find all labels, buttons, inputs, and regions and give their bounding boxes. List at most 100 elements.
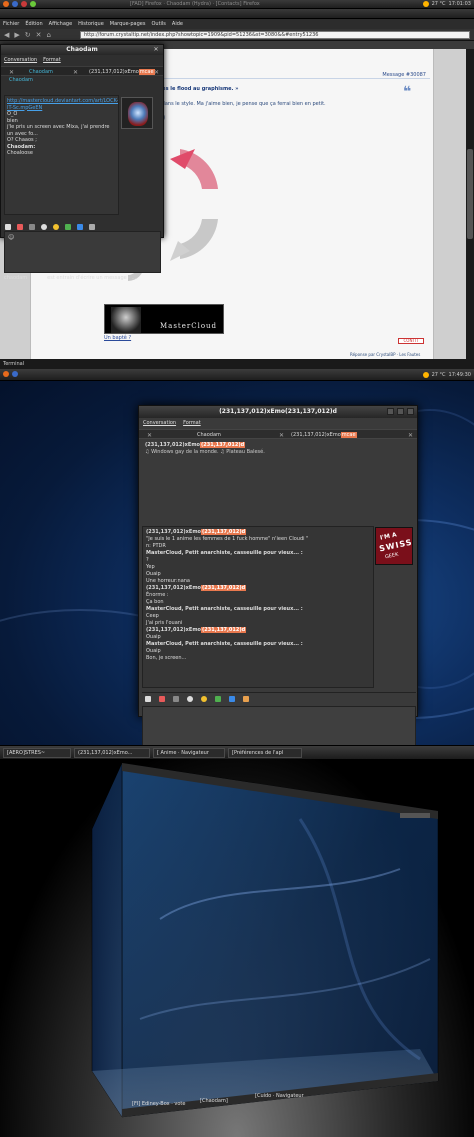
desktop-cube-view: [FI] Ediney-Box · vote [Chaodam] [Cuido …	[0, 759, 474, 1137]
task-aerostres[interactable]: [AERO]STRES~	[3, 748, 71, 758]
nudge-icon[interactable]	[29, 224, 35, 230]
app-icon[interactable]	[21, 1, 27, 7]
url-bar[interactable]: http://forum.crystaltip.net/index.php?sh…	[80, 31, 470, 39]
ink-icon[interactable]	[89, 224, 95, 230]
close-icon[interactable]: ✕	[152, 46, 160, 54]
window-controls	[387, 408, 414, 415]
chat-line: Ça bon	[146, 599, 164, 605]
app-icon[interactable]	[30, 1, 36, 7]
home-icon[interactable]: ⌂	[47, 31, 51, 39]
ink-icon[interactable]	[243, 696, 249, 702]
app-icon[interactable]	[12, 1, 18, 7]
chat-nick-highlight: (231,137,012)d	[200, 529, 247, 535]
menu-file[interactable]: Fichier	[3, 21, 19, 27]
forward-icon[interactable]: ▶	[14, 31, 19, 39]
close-icon[interactable]	[407, 408, 414, 415]
smiley-icon[interactable]	[201, 696, 207, 702]
menu-tools[interactable]: Outils	[151, 21, 165, 27]
window-title: [FAD] Firefox · Chaodam (Hydra) · [Conta…	[130, 1, 260, 7]
chat-bubble-icon[interactable]	[41, 224, 47, 230]
personal-message: ♫ Windows gay de la monde. ♫ Plateau Bal…	[145, 449, 265, 455]
tab-close-icon[interactable]: ✕	[73, 69, 78, 76]
nudge-icon[interactable]	[173, 696, 179, 702]
stop-icon[interactable]: ✕	[36, 31, 42, 39]
tab-emo-label: (231,137,012)xEmo	[89, 69, 139, 75]
top-panel: [FAD] Firefox · Chaodam (Hydra) · [Conta…	[0, 0, 474, 9]
clock[interactable]: 17:01:03	[449, 1, 471, 7]
tab-close-icon[interactable]: ✕	[408, 432, 413, 439]
chat-bubble-icon[interactable]	[187, 696, 193, 702]
chat-menubar: Conversation Format	[4, 57, 61, 63]
tab-emo[interactable]: (231,137,012)xEmomcae	[291, 432, 357, 438]
chat-line: Ceep	[146, 613, 159, 619]
chat-log[interactable]: http://mastercloud.deviantart.com/art/LO…	[4, 95, 119, 215]
scrollbar-thumb[interactable]	[467, 149, 473, 239]
task-chat[interactable]: (231,137,012)xEmo...	[74, 748, 150, 758]
menu-view[interactable]: Affichage	[49, 21, 73, 27]
signature-link[interactable]: Un baptê ?	[104, 335, 131, 341]
reload-icon[interactable]: ↻	[25, 31, 31, 39]
tab-chaodam[interactable]: Chaodam	[197, 432, 221, 438]
firefox-icon[interactable]	[3, 1, 9, 7]
file-icon[interactable]	[215, 696, 221, 702]
chat-nick: (231,137,012)xEmo(231,137,012)d	[146, 627, 370, 634]
chat-line: Énorme :	[146, 592, 169, 598]
chat-nick-label: (231,137,012)xEmo	[146, 627, 201, 633]
signature-text: MasterCloud	[160, 322, 218, 330]
weather-icon[interactable]	[422, 1, 429, 7]
font-icon[interactable]	[145, 696, 151, 702]
menu-help[interactable]: Aide	[172, 21, 183, 27]
nav-buttons: ◀ ▶ ↻ ✕ ⌂	[4, 31, 51, 39]
menu-conversation[interactable]: Conversation	[143, 420, 176, 426]
menu-format[interactable]: Format	[183, 420, 201, 426]
task-browser[interactable]: [Cuido · Navigateur	[255, 1093, 304, 1099]
chat-nick: (231,137,012)xEmo(231,137,012)d	[146, 585, 370, 592]
font-icon[interactable]	[5, 224, 11, 230]
task-preferences[interactable]: [Préférences de l'apl	[228, 748, 302, 758]
minimize-icon[interactable]	[387, 408, 394, 415]
menu-conversation[interactable]: Conversation	[4, 57, 37, 63]
task-chaodam[interactable]: [Chaodam]	[200, 1098, 228, 1104]
chat-log[interactable]: (231,137,012)xEmo(231,137,012)d "Je suis…	[142, 526, 374, 688]
tab-close-icon[interactable]: ✕	[9, 69, 14, 76]
smiley-icon[interactable]: ☺	[8, 234, 14, 241]
chat-nick-highlight: (231,137,012)d	[200, 585, 247, 591]
clock[interactable]: 17:49:30	[449, 372, 471, 378]
contact-button[interactable]: CONTIT	[398, 338, 424, 344]
menu-bookmarks[interactable]: Marque-pages	[110, 21, 146, 27]
color-icon[interactable]	[17, 224, 23, 230]
task-browser[interactable]: [ Anime · Navigateur	[153, 748, 225, 758]
message-input[interactable]: ☺	[4, 231, 161, 273]
menu-edit[interactable]: Édition	[25, 21, 42, 27]
chat-line: Yep	[146, 564, 155, 570]
signature-banner: MasterCloud	[104, 304, 224, 334]
cube-face-left	[91, 762, 123, 1118]
firefox-icon[interactable]	[3, 371, 9, 377]
terminal-tab[interactable]: Terminal	[0, 359, 474, 369]
page-footer[interactable]: Réponse par CrystalBP · Les Fautes	[350, 352, 420, 357]
task-ediney[interactable]: [FI] Ediney-Box · vote	[132, 1101, 185, 1107]
tab-close-icon[interactable]: ✕	[147, 432, 152, 439]
smiley-icon[interactable]	[53, 224, 59, 230]
message-ref[interactable]: Message #30087	[382, 72, 426, 78]
tab-close-icon[interactable]: ✕	[279, 432, 284, 439]
chat-line: ?	[146, 557, 149, 563]
webcam-icon[interactable]	[77, 224, 83, 230]
weather-icon[interactable]	[422, 372, 429, 378]
back-icon[interactable]: ◀	[4, 31, 9, 39]
menu-format[interactable]: Format	[43, 57, 61, 63]
desktop-cube	[91, 762, 439, 1118]
color-icon[interactable]	[159, 696, 165, 702]
tab-close-icon[interactable]: ✕	[154, 69, 159, 76]
chat-title: (231,137,012)xEmo(231,137,012)d	[139, 406, 417, 418]
file-icon[interactable]	[65, 224, 71, 230]
tab-emo[interactable]: (231,137,012)xEmomcae	[89, 69, 155, 75]
contact-name: (231,137,012)xEmo(231,137,012)d	[145, 442, 246, 448]
maximize-icon[interactable]	[397, 408, 404, 415]
app-icon[interactable]	[12, 371, 18, 377]
page-scrollbar[interactable]	[466, 49, 474, 359]
chat-link[interactable]: http://mastercloud.deviantart.com/art/LO…	[7, 98, 118, 111]
tab-chaodam[interactable]: Chaodam	[29, 69, 53, 75]
webcam-icon[interactable]	[229, 696, 235, 702]
menu-history[interactable]: Historique	[78, 21, 104, 27]
